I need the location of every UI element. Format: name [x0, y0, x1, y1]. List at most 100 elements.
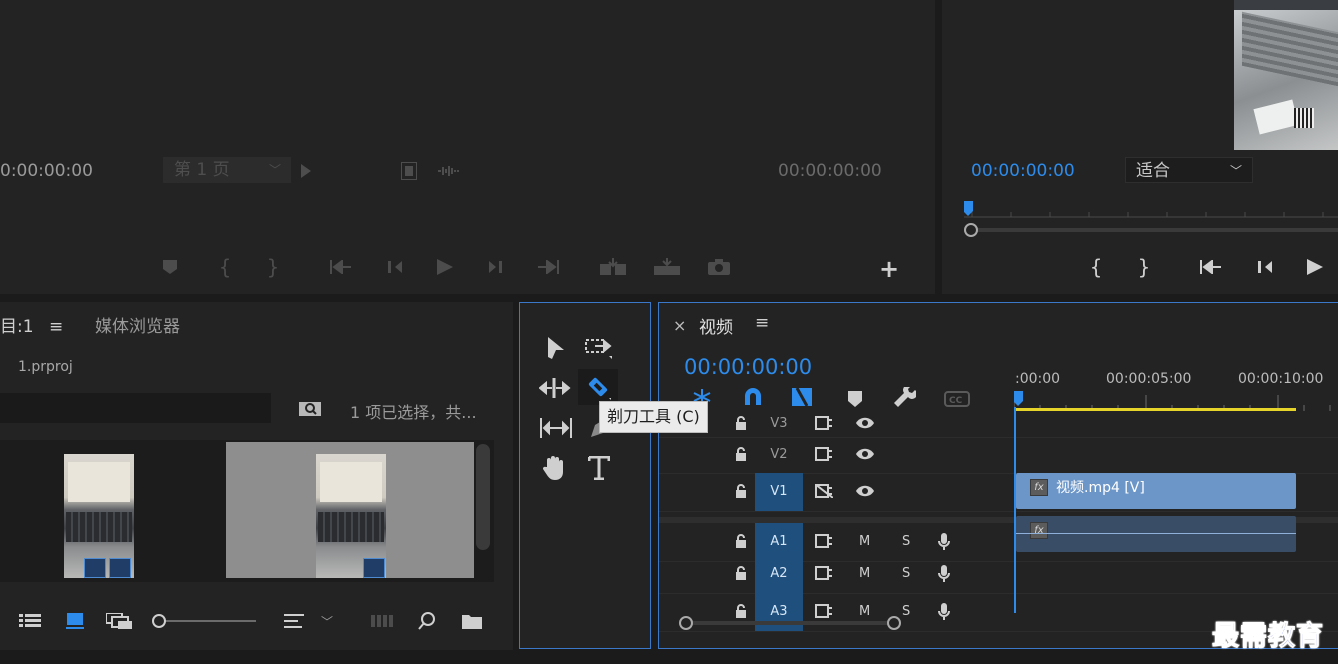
overwrite-icon[interactable] [652, 256, 682, 278]
playhead-line[interactable] [1014, 407, 1016, 613]
sort-icon[interactable] [283, 611, 305, 631]
track-lock-icon[interactable] [735, 566, 749, 582]
track-lock-icon[interactable] [735, 534, 749, 550]
track-target-v3[interactable]: V3 [755, 411, 803, 437]
marker-icon[interactable] [161, 257, 179, 277]
track-lock-icon[interactable] [735, 484, 749, 500]
type-tool-icon[interactable] [584, 453, 614, 483]
toggle-output-eye-icon[interactable] [855, 416, 877, 432]
project-scrollbar[interactable] [476, 444, 490, 550]
tab-media-browser[interactable]: 媒体浏览器 [95, 312, 180, 337]
mute-button[interactable]: M [859, 555, 870, 593]
timeline-timecode[interactable]: 00:00:00:00 [684, 355, 812, 379]
step-back-icon[interactable] [382, 257, 404, 277]
list-view-icon[interactable] [17, 611, 43, 631]
track-row-v2: V2 [659, 437, 1338, 474]
ripple-edit-tool-icon[interactable] [538, 375, 572, 401]
razor-blade-icon [588, 377, 611, 400]
play-icon[interactable] [1304, 257, 1326, 277]
find-bin-icon[interactable] [297, 398, 323, 418]
track-name: A2 [770, 566, 788, 581]
track-lock-icon[interactable] [735, 447, 749, 463]
program-time-ruler[interactable] [964, 200, 1338, 218]
timeline-tab-label[interactable]: 视频 [699, 313, 733, 338]
add-button-icon[interactable]: + [878, 257, 900, 281]
fit-select[interactable]: 适合 ﹀ [1125, 157, 1253, 183]
chevron-down-icon[interactable]: ﹀ [319, 611, 335, 631]
go-to-in-icon[interactable] [329, 257, 353, 277]
fit-select-value: 适合 [1136, 161, 1170, 181]
program-timecode[interactable]: 00:00:00:00 [971, 161, 1075, 181]
track-lock-icon[interactable] [735, 416, 749, 432]
razor-tool-button[interactable] [578, 369, 618, 405]
timeline-time-ruler[interactable] [1014, 391, 1338, 411]
automate-to-sequence-icon[interactable] [370, 612, 394, 630]
sync-lock-icon[interactable] [815, 484, 835, 500]
camera-icon[interactable] [707, 257, 731, 277]
captions-icon[interactable]: CC [943, 389, 971, 409]
project-file-name: 1.prproj [18, 359, 73, 375]
wrench-icon[interactable] [893, 386, 917, 410]
track-select-tool-icon[interactable] [584, 335, 614, 361]
track-name: V1 [770, 484, 788, 499]
solo-button[interactable]: S [902, 593, 910, 631]
search-icon[interactable] [416, 610, 438, 632]
mark-out-icon[interactable]: } [264, 255, 282, 279]
thumbnail-zoom-slider[interactable] [152, 614, 256, 628]
video-clip[interactable]: fx 视频.mp4 [V] [1016, 473, 1296, 509]
new-bin-icon[interactable] [460, 611, 484, 631]
snap-magnet-icon[interactable] [741, 386, 765, 408]
project-panel: 目:1 ≡ 媒体浏览器 1.prproj 1 项已选择，共... ﹀ [0, 302, 513, 650]
mark-in-icon[interactable]: { [216, 255, 234, 279]
track-name: A1 [770, 534, 788, 549]
toggle-output-eye-icon[interactable] [855, 484, 877, 500]
toggle-output-eye-icon[interactable] [855, 447, 877, 463]
play-triangle-icon[interactable] [299, 162, 313, 180]
source-monitor: 0:00:00:00 第 1 页 ﹀ 00:00:00:00 { } + [0, 0, 935, 294]
microphone-icon[interactable] [938, 603, 954, 621]
step-back-icon[interactable] [1252, 257, 1274, 277]
microphone-icon[interactable] [938, 533, 954, 551]
insert-icon[interactable] [598, 256, 628, 278]
go-to-in-icon[interactable] [1199, 257, 1223, 277]
film-icon[interactable] [398, 160, 420, 182]
watermark-logo: 最需教育 [1212, 621, 1324, 653]
sync-lock-icon[interactable] [815, 534, 835, 550]
selection-tool-icon[interactable] [544, 335, 568, 361]
video-clip-label: 视频.mp4 [V] [1056, 480, 1145, 496]
add-marker-icon[interactable] [845, 389, 865, 409]
sync-lock-icon[interactable] [815, 447, 835, 463]
slip-tool-icon[interactable] [538, 415, 574, 441]
track-target-v1[interactable]: V1 [755, 473, 803, 511]
project-item-sequence[interactable] [0, 442, 223, 578]
program-video-preview [1234, 0, 1338, 150]
mark-out-icon[interactable]: } [1135, 255, 1153, 279]
hand-tool-icon[interactable] [540, 453, 570, 483]
freeform-view-icon[interactable] [105, 611, 135, 631]
panel-menu-icon[interactable]: ≡ [49, 317, 63, 337]
timeline-ruler-label-1: 00:00:05:00 [1106, 371, 1192, 387]
program-zoom-scrollbar[interactable] [964, 223, 1338, 237]
project-item-clip[interactable] [226, 442, 474, 578]
project-search-input[interactable] [0, 393, 271, 423]
timeline-zoom-scrollbar[interactable] [679, 615, 901, 631]
audio-waveform-icon[interactable] [436, 162, 460, 180]
play-icon[interactable] [434, 257, 456, 277]
sync-lock-icon[interactable] [815, 566, 835, 582]
microphone-icon[interactable] [938, 565, 954, 583]
linked-selection-icon[interactable] [789, 386, 815, 408]
close-tab-icon[interactable]: × [673, 316, 686, 335]
sync-lock-icon[interactable] [815, 416, 835, 432]
audio-clip[interactable]: fx [1016, 516, 1296, 552]
page-select[interactable]: 第 1 页 ﹀ [163, 157, 291, 183]
step-forward-icon[interactable] [487, 257, 509, 277]
panel-menu-icon[interactable]: ≡ [755, 313, 769, 333]
icon-view-icon[interactable] [63, 611, 87, 631]
page-select-value: 第 1 页 [174, 160, 230, 180]
mark-in-icon[interactable]: { [1087, 255, 1105, 279]
tab-project[interactable]: 目:1 ≡ [0, 312, 63, 337]
track-target-a2[interactable]: A2 [755, 555, 803, 593]
track-target-v2[interactable]: V2 [755, 437, 803, 473]
solo-button[interactable]: S [902, 555, 910, 593]
go-to-out-icon[interactable] [536, 257, 560, 277]
